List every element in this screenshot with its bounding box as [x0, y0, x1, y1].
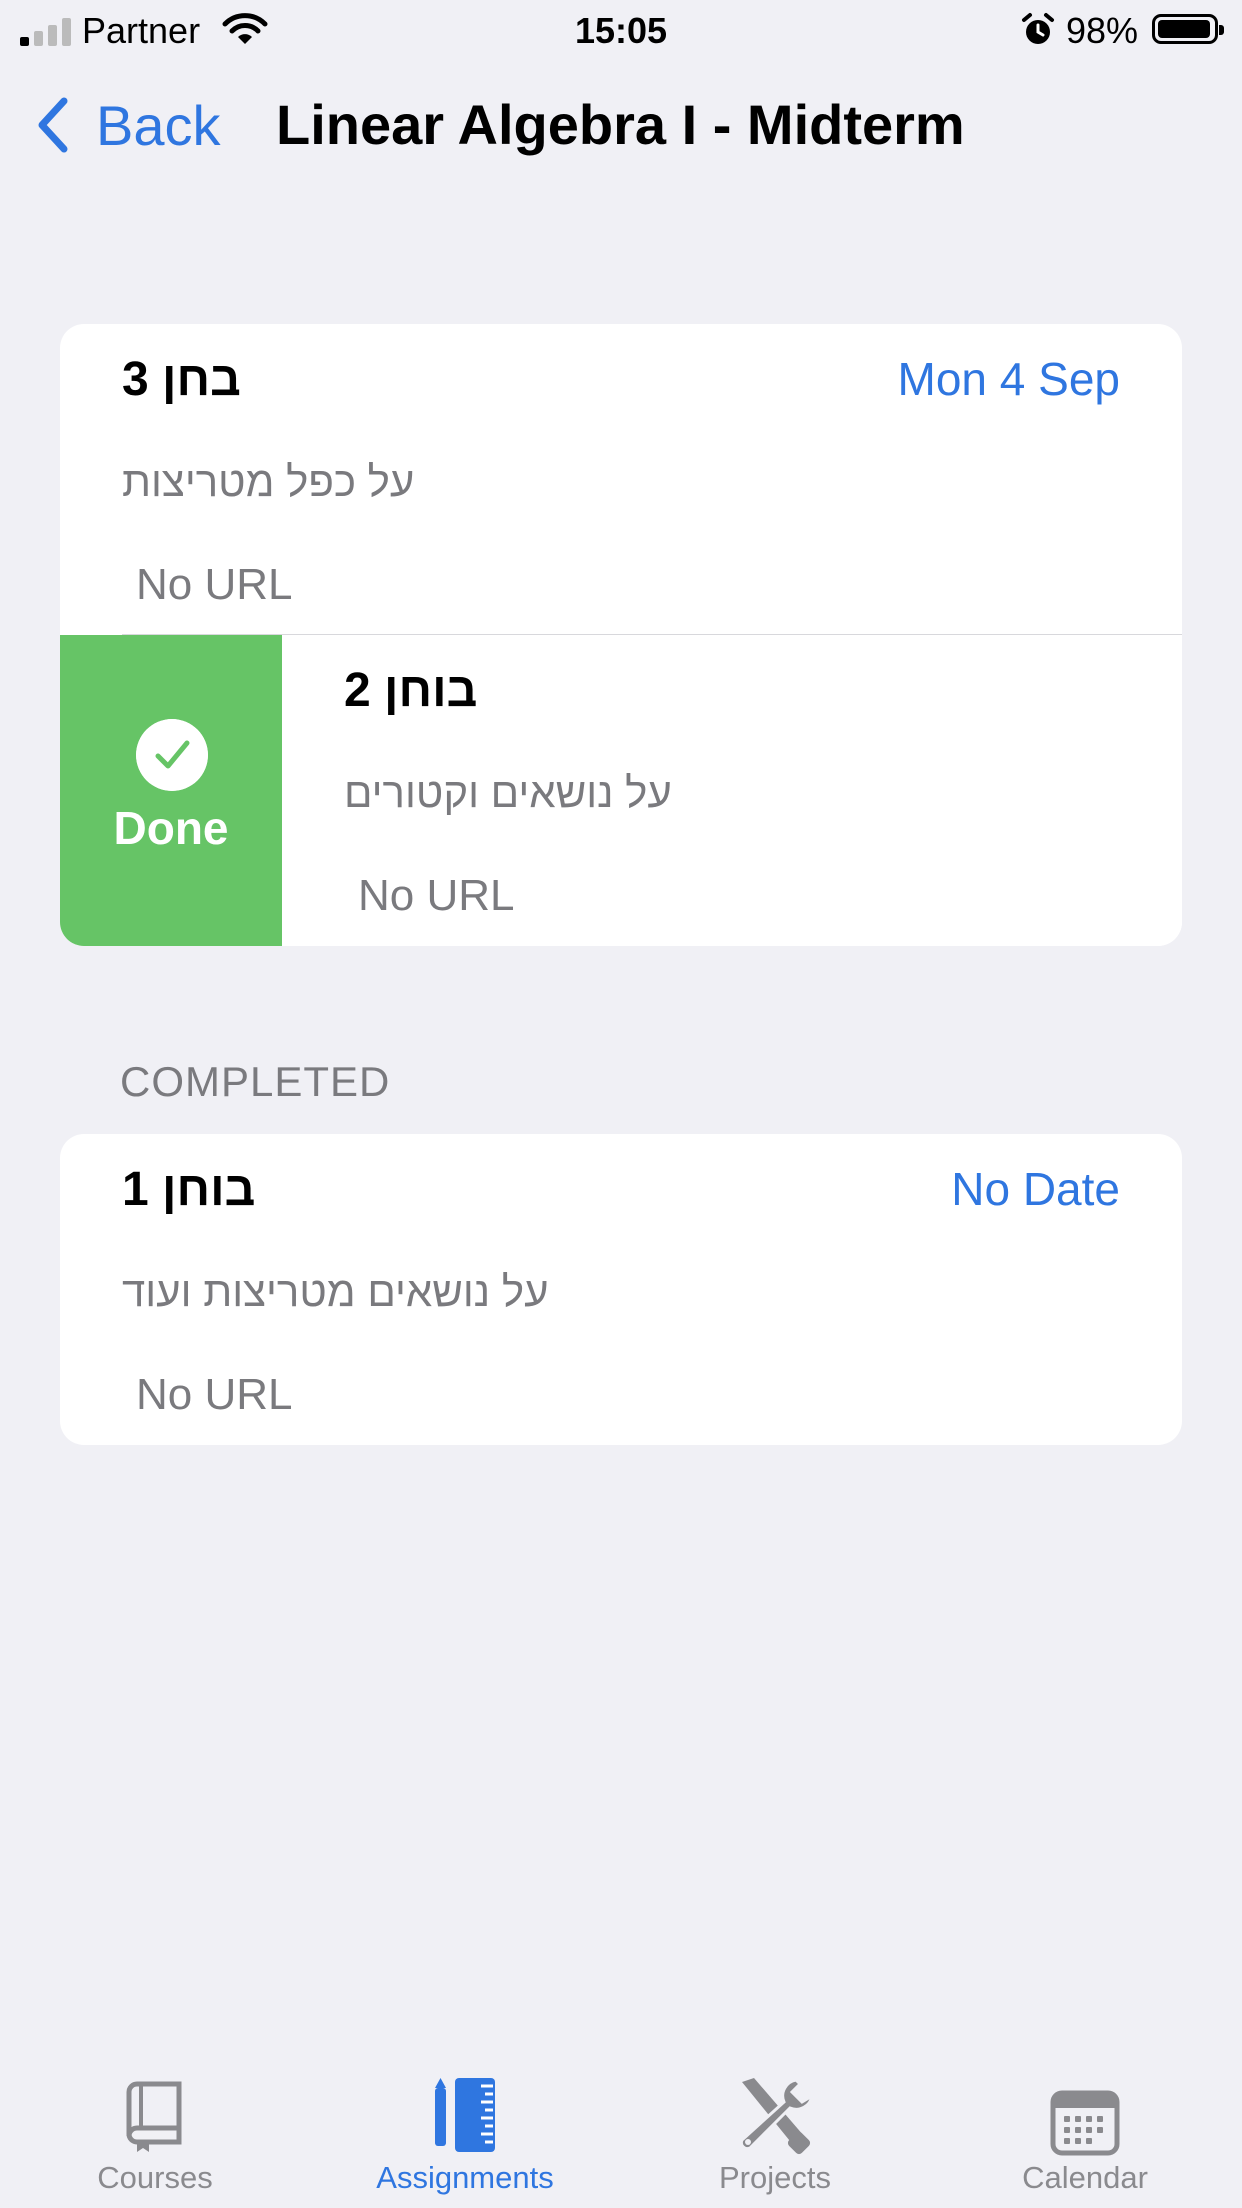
back-label: Back: [96, 93, 221, 157]
back-button[interactable]: Back: [36, 90, 221, 160]
assignment-description: על נושאים וקטורים: [344, 769, 672, 816]
assignment-url[interactable]: No URL: [358, 871, 515, 921]
completed-section-header: COMPLETED: [120, 1058, 391, 1105]
assignment-description: על נושאים מטריצות ועוד: [122, 1268, 549, 1315]
calendar-icon: [1050, 2090, 1120, 2156]
battery-percentage: 98%: [1066, 10, 1139, 51]
assignment-title: בוחן 2: [344, 664, 478, 717]
checkmark-circle-icon: [136, 719, 208, 791]
completed-list: בוחן 1 No Date על נושאים מטריצות ועוד No…: [60, 1134, 1182, 1445]
page-title: Linear Algebra I - Midterm: [276, 93, 965, 156]
tab-assignments[interactable]: Assignments: [310, 2070, 620, 2196]
tab-projects[interactable]: Projects: [620, 2070, 930, 2196]
tab-calendar[interactable]: Calendar: [930, 2070, 1240, 2196]
assignment-url[interactable]: No URL: [136, 1370, 293, 1420]
alarm-icon: [1022, 13, 1054, 44]
battery-icon: [1152, 14, 1224, 44]
mark-done-button[interactable]: Done: [60, 635, 282, 946]
assignment-row[interactable]: בחן 3 Mon 4 Sep על כפל מטריצות No URL: [60, 324, 1182, 635]
assignment-date: No Date: [951, 1163, 1120, 1215]
assignment-date: Mon 4 Sep: [897, 353, 1120, 405]
assignments-list: בחן 3 Mon 4 Sep על כפל מטריצות No URL Do…: [60, 324, 1182, 946]
assignment-content[interactable]: בוחן 2 Tu על נושאים וקטורים No URL: [282, 635, 1182, 946]
tab-courses[interactable]: Courses: [0, 2070, 310, 2196]
tab-label: Courses: [97, 2160, 213, 2195]
assignment-title: בחן 3: [122, 353, 241, 406]
tools-icon: [739, 2078, 815, 2155]
assignment-title: בוחן 1: [122, 1163, 256, 1216]
assignment-url[interactable]: No URL: [136, 560, 293, 610]
assignment-description: על כפל מטריצות: [122, 458, 415, 505]
chevron-left-icon: [38, 97, 68, 153]
done-label: Done: [113, 802, 229, 854]
assignment-row-swiped[interactable]: Done בוחן 2 Tu על נושאים וקטורים No URL: [60, 635, 1182, 946]
tab-label: Calendar: [1022, 2160, 1148, 2195]
completed-row[interactable]: בוחן 1 No Date על נושאים מטריצות ועוד No…: [60, 1134, 1182, 1445]
book-icon: [126, 2081, 182, 2152]
tab-label: Assignments: [376, 2160, 554, 2195]
tab-label: Projects: [719, 2160, 831, 2195]
pencil-ruler-icon: [435, 2078, 495, 2152]
